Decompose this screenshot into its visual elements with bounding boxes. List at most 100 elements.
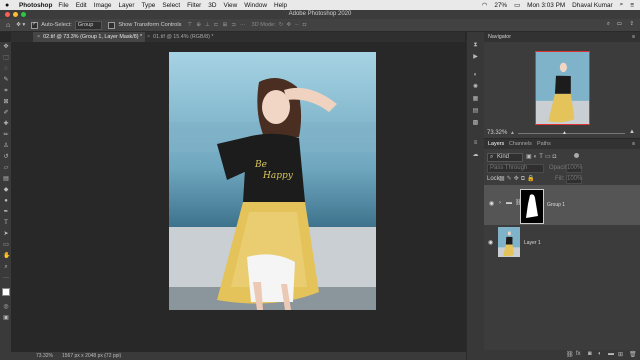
quick-select-tool-icon[interactable]: ✎ [3,77,9,83]
panel-menu-icon[interactable]: ≡ [632,139,635,149]
layer-mask-thumbnail[interactable] [520,189,544,224]
more-options-icon[interactable]: ··· [240,22,246,28]
apple-icon[interactable]: ● [5,2,13,9]
libraries-panel-icon[interactable]: ☁ [472,152,479,159]
gradient-tool-icon[interactable]: ▤ [3,176,9,182]
menu-filter[interactable]: Filter [187,2,201,9]
path-selection-tool-icon[interactable]: ➤ [3,231,9,237]
zoom-out-icon[interactable]: ▲ [510,130,515,136]
dodge-tool-icon[interactable]: ● [3,198,9,204]
layer-style-icon[interactable]: fx [576,351,581,357]
adjustment-layer-icon[interactable]: ◐ [598,351,602,357]
document-image[interactable]: Be Happy [169,52,376,310]
zoom-in-icon[interactable]: ▲ [629,129,635,135]
zoom-tool-icon[interactable]: ⌕ [3,264,9,270]
add-mask-icon[interactable]: ◙ [588,351,592,357]
menu-view[interactable]: View [223,2,237,9]
align-left-icon[interactable]: ⊏ [214,22,219,28]
panel-menu-icon[interactable]: ≡ [632,32,635,42]
blend-mode-dropdown[interactable]: Pass Through [487,164,544,173]
type-tool-icon[interactable]: T [3,220,9,226]
swatches-panel-icon[interactable]: ▦ [472,96,479,103]
healing-brush-tool-icon[interactable]: ✚ [3,121,9,127]
user-name[interactable]: Dhaval Kumar [572,2,613,9]
3d-camera-icon[interactable]: ◘ [303,22,306,28]
navigator-tab[interactable]: Navigator [488,32,511,42]
navigator-zoom-slider[interactable] [518,133,625,134]
status-zoom[interactable]: 73.32% [36,353,53,359]
3d-slide-icon[interactable]: ⇔ [294,22,300,28]
color-panel-icon[interactable]: ✺ [472,84,479,91]
more-tools-icon[interactable]: ··· [3,275,9,281]
navigator-thumbnail[interactable] [535,51,590,125]
align-center-icon[interactable]: ⊞ [223,22,228,28]
workspace-icon[interactable]: ▭ [617,21,622,27]
history-panel-icon[interactable]: ⧗ [472,42,479,49]
clone-stamp-tool-icon[interactable]: ♙ [3,143,9,149]
menu-image[interactable]: Image [94,2,112,9]
battery-icon[interactable]: ▭ [514,1,520,9]
transform-controls-checkbox[interactable] [108,21,116,29]
crop-tool-icon[interactable]: ⌗ [3,88,9,94]
screen-mode-icon[interactable]: ▣ [3,315,9,321]
home-icon[interactable]: ⌂ [6,22,10,29]
tab-channels[interactable]: Channels [509,139,532,149]
share-icon[interactable]: ⇪ [629,21,634,27]
adjustments-panel-icon[interactable]: ◐ [472,72,479,79]
navigator-zoom-slider-thumb[interactable]: ▲ [562,130,567,136]
menu-type[interactable]: Type [141,2,155,9]
filter-toggle[interactable] [574,153,579,158]
properties-panel-icon[interactable]: ≡ [472,140,479,147]
3d-pan-icon[interactable]: ✥ [286,22,291,28]
frame-tool-icon[interactable]: ⊠ [3,99,9,105]
menu-edit[interactable]: Edit [76,2,87,9]
move-tool-icon[interactable]: ✥ [3,44,9,50]
layer-thumbnail[interactable] [498,227,520,257]
lock-icons[interactable]: ▦✎✥⧉🔒 [499,175,536,183]
eyedropper-tool-icon[interactable]: ✐ [3,110,9,116]
move-tool-icon[interactable]: ✥ ▾ [16,22,25,28]
navigator-zoom-value[interactable]: 73.32% [487,130,507,136]
eraser-tool-icon[interactable]: ▱ [3,165,9,171]
menu-app-name[interactable]: Photoshop [19,2,52,9]
layer-filter-icons[interactable]: ▣◐T▭◘ [526,153,558,160]
layer-name[interactable]: Group 1 [547,202,565,209]
gradients-panel-icon[interactable]: ▤ [472,108,479,115]
wifi-icon[interactable]: ◠ [482,1,488,9]
search-icon[interactable]: ⌕ [620,1,624,9]
tab-layers[interactable]: Layers [488,139,504,149]
align-bottom-icon[interactable]: ⊥ [205,22,210,28]
brush-tool-icon[interactable]: ✏ [3,132,9,138]
blur-tool-icon[interactable]: ◆ [3,187,9,193]
lasso-tool-icon[interactable]: ◌ [3,66,9,72]
menu-window[interactable]: Window [244,2,267,9]
layer-row-group-1[interactable]: ◉ › ▬ ⛓ Group 1 [484,185,640,225]
layer-filter-dropdown[interactable]: ⌕ Kind [487,153,523,162]
tab-paths[interactable]: Paths [537,139,551,149]
clock[interactable]: Mon 3:03 PM [527,2,565,9]
new-layer-icon[interactable]: ⊞ [618,351,623,358]
marquee-tool-icon[interactable]: ⬚ [3,55,9,61]
menu-file[interactable]: File [58,2,68,9]
status-expand-icon[interactable]: › [104,353,106,359]
menu-3d[interactable]: 3D [208,2,216,9]
menu-help[interactable]: Help [274,2,287,9]
foreground-color-swatch[interactable] [2,288,10,296]
new-group-icon[interactable]: ▬ [608,351,614,357]
layer-row-layer-1[interactable]: ◉ Layer 1 [484,224,640,262]
expand-group-chevron-icon[interactable]: › [499,200,501,207]
3d-rotate-icon[interactable]: ↻ [279,22,284,28]
rectangle-tool-icon[interactable]: ▭ [3,242,9,248]
auto-select-checkbox[interactable] [31,21,39,29]
fill-input[interactable]: 100% [566,175,582,184]
align-right-icon[interactable]: ⊐ [231,22,236,28]
battery-percent[interactable]: 27% [494,2,507,9]
link-layers-icon[interactable]: ⛓ [566,351,574,358]
search-tool-icon[interactable]: ⌕ [607,21,610,28]
close-tab-icon[interactable]: × [147,34,150,40]
actions-panel-icon[interactable]: ▶ [472,54,479,61]
menu-list-icon[interactable]: ≡ [630,2,634,9]
hand-tool-icon[interactable]: ✋ [3,253,10,259]
align-top-icon[interactable]: ⊤ [187,22,192,28]
layer-name[interactable]: Layer 1 [524,240,541,246]
